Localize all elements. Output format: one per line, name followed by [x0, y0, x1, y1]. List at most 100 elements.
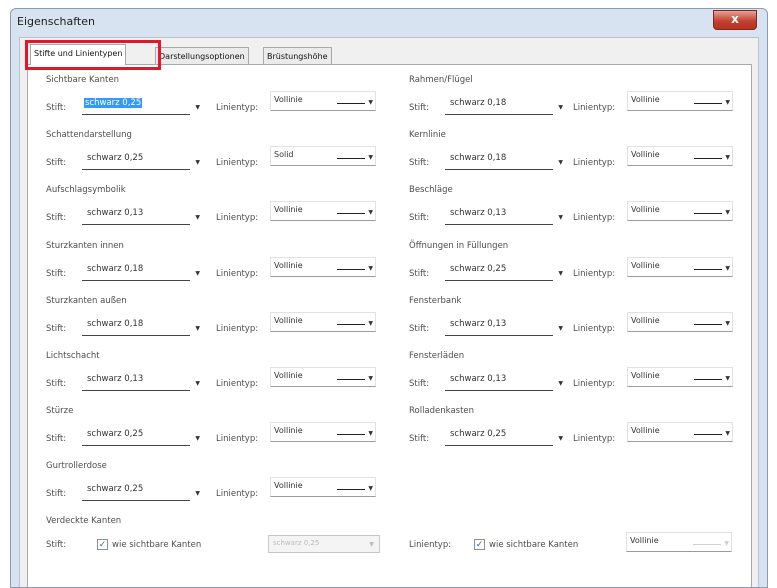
line-preview — [693, 544, 721, 545]
linetype-combobox[interactable]: Vollinie ▼ — [270, 201, 376, 221]
linetype-combobox[interactable]: Vollinie ▼ — [627, 367, 733, 387]
pen-combobox[interactable]: schwarz 0,13 ▼ — [445, 318, 563, 336]
chevron-down-icon: ▼ — [195, 270, 200, 277]
pen-value: schwarz 0,18 — [87, 319, 144, 329]
section-header: Aufschlagsymbolik — [46, 185, 126, 195]
pen-combobox[interactable]: schwarz 0,25 ▼ — [445, 428, 563, 446]
linetype-value: Vollinie — [631, 150, 660, 159]
linetype-combobox[interactable]: Vollinie ▼ — [627, 422, 733, 442]
chevron-down-icon: ▼ — [725, 154, 730, 161]
chevron-down-icon: ▼ — [724, 540, 729, 547]
pen-value: schwarz 0,25 — [450, 264, 507, 274]
pen-label: Stift: — [409, 213, 430, 223]
pen-same-as-visible-checkbox[interactable]: ✓ — [97, 539, 108, 550]
pen-value: schwarz 0,25 — [87, 429, 144, 439]
linetype-combobox[interactable]: Vollinie ▼ — [270, 257, 376, 277]
close-button[interactable]: x — [713, 10, 757, 30]
linetype-combobox[interactable]: Vollinie ▼ — [270, 312, 376, 332]
linetype-combobox[interactable]: Vollinie ▼ — [627, 91, 733, 111]
pen-value: schwarz 0,25 — [84, 98, 143, 108]
linetype-combobox-disabled: Vollinie ▼ — [626, 532, 732, 552]
chevron-down-icon: ▼ — [368, 99, 373, 106]
linetype-value: Vollinie — [631, 261, 660, 270]
pen-combobox[interactable]: schwarz 0,13 ▼ — [82, 207, 200, 225]
pen-combobox[interactable]: schwarz 0,18 ▼ — [445, 152, 563, 170]
property-group: Sichtbare Kanten Stift: schwarz 0,25 ▼ Linie… — [46, 75, 406, 127]
line-preview — [337, 269, 365, 270]
section-header: Öffnungen in Füllungen — [409, 241, 509, 251]
chevron-down-icon: ▼ — [195, 435, 200, 442]
linetype-combobox[interactable]: Solid ▼ — [270, 146, 376, 166]
pen-label: Stift: — [46, 269, 67, 279]
pen-combobox[interactable]: schwarz 0,25 ▼ — [82, 483, 200, 501]
linetype-combobox[interactable]: Vollinie ▼ — [270, 422, 376, 442]
pen-combobox[interactable]: schwarz 0,13 ▼ — [82, 373, 200, 391]
property-group: Gurtrollerdose Stift: schwarz 0,25 ▼ Linient… — [46, 461, 406, 513]
pen-combobox[interactable]: schwarz 0,25 ▼ — [82, 428, 200, 446]
chevron-down-icon: ▼ — [368, 209, 373, 216]
properties-dialog: Eigenschaften x Stifte und Linientypen D… — [10, 8, 768, 588]
pen-label: Stift: — [409, 269, 430, 279]
pen-value: schwarz 0,13 — [450, 319, 507, 329]
linetype-label: Linientyp: — [216, 489, 259, 499]
pen-combobox[interactable]: schwarz 0,18 ▼ — [82, 318, 200, 336]
property-group: Fensterbank Stift: schwarz 0,13 ▼ Linientyp:… — [409, 296, 769, 348]
pen-value: schwarz 0,18 — [87, 264, 144, 274]
property-group: Öffnungen in Füllungen Stift: schwarz 0,25… — [409, 241, 769, 293]
chevron-down-icon: ▼ — [725, 209, 730, 216]
linetype-value: Vollinie — [631, 316, 660, 325]
title-bar: Eigenschaften x — [11, 9, 767, 35]
pen-combobox[interactable]: schwarz 0,25 ▼ — [445, 263, 563, 281]
linetype-label: Linientyp: — [573, 269, 616, 279]
pen-combobox[interactable]: schwarz 0,25 ▼ — [82, 97, 200, 115]
linetype-value: Vollinie — [274, 205, 303, 214]
chevron-down-icon: ▼ — [558, 214, 563, 221]
linetype-label: Linientyp: — [216, 379, 259, 389]
linetype-value: Vollinie — [631, 371, 660, 380]
line-preview — [694, 324, 722, 325]
linetype-combobox[interactable]: Vollinie ▼ — [627, 312, 733, 332]
linetype-combobox[interactable]: Vollinie ▼ — [627, 201, 733, 221]
line-preview — [337, 158, 365, 159]
pen-combobox[interactable]: schwarz 0,13 ▼ — [445, 207, 563, 225]
tab-bruestungshoehe[interactable]: Brüstungshöhe — [263, 47, 332, 65]
linetype-same-as-visible-checkbox[interactable]: ✓ — [474, 539, 485, 550]
linetype-combobox[interactable]: Vollinie ▼ — [627, 257, 733, 277]
pen-label: Stift: — [46, 158, 67, 168]
tab-darstellungsoptionen[interactable]: Darstellungsoptionen — [155, 47, 249, 65]
linetype-label: Linientyp: — [573, 324, 616, 334]
linetype-label: Linientyp: — [573, 434, 616, 444]
tab-panel: Sichtbare Kanten Stift: schwarz 0,25 ▼ Linie… — [27, 64, 752, 587]
chevron-down-icon: ▼ — [195, 104, 200, 111]
chevron-down-icon: ▼ — [368, 154, 373, 161]
linetype-label: Linientyp: — [216, 158, 259, 168]
linetype-label: Linientyp: — [216, 269, 259, 279]
linetype-checkbox-label: wie sichtbare Kanten — [489, 540, 579, 550]
linetype-value: Vollinie — [274, 426, 303, 435]
chevron-down-icon: ▼ — [725, 430, 730, 437]
pen-combobox[interactable]: schwarz 0,25 ▼ — [82, 152, 200, 170]
linetype-combobox[interactable]: Vollinie ▼ — [270, 477, 376, 497]
linetype-label: Linientyp: — [573, 213, 616, 223]
linetype-combobox[interactable]: Vollinie ▼ — [270, 367, 376, 387]
pen-combobox[interactable]: schwarz 0,18 ▼ — [445, 97, 563, 115]
section-header: Sichtbare Kanten — [46, 75, 119, 85]
line-preview — [694, 434, 722, 435]
pen-label: Stift: — [46, 489, 67, 499]
property-group-hidden-edges: Verdeckte Kanten Stift: ✓ wie sichtbare Kan… — [46, 516, 766, 560]
pen-checkbox-label: wie sichtbare Kanten — [112, 540, 202, 550]
linetype-label: Linientyp: — [216, 434, 259, 444]
linetype-value: Vollinie — [630, 536, 659, 545]
linetype-combobox[interactable]: Vollinie ▼ — [270, 91, 376, 111]
linetype-combobox[interactable]: Vollinie ▼ — [627, 146, 733, 166]
tab-highlight-annotation — [25, 40, 161, 70]
linetype-value: Vollinie — [631, 205, 660, 214]
chevron-down-icon: ▼ — [368, 265, 373, 272]
property-group: Stürze Stift: schwarz 0,25 ▼ Linientyp: Volli… — [46, 406, 406, 458]
pen-combobox[interactable]: schwarz 0,13 ▼ — [445, 373, 563, 391]
pen-combobox[interactable]: schwarz 0,18 ▼ — [82, 263, 200, 281]
chevron-down-icon: ▼ — [558, 435, 563, 442]
line-preview — [694, 213, 722, 214]
linetype-label: Linientyp: — [573, 379, 616, 389]
property-group: Beschläge Stift: schwarz 0,13 ▼ Linientyp: Vo… — [409, 185, 769, 237]
